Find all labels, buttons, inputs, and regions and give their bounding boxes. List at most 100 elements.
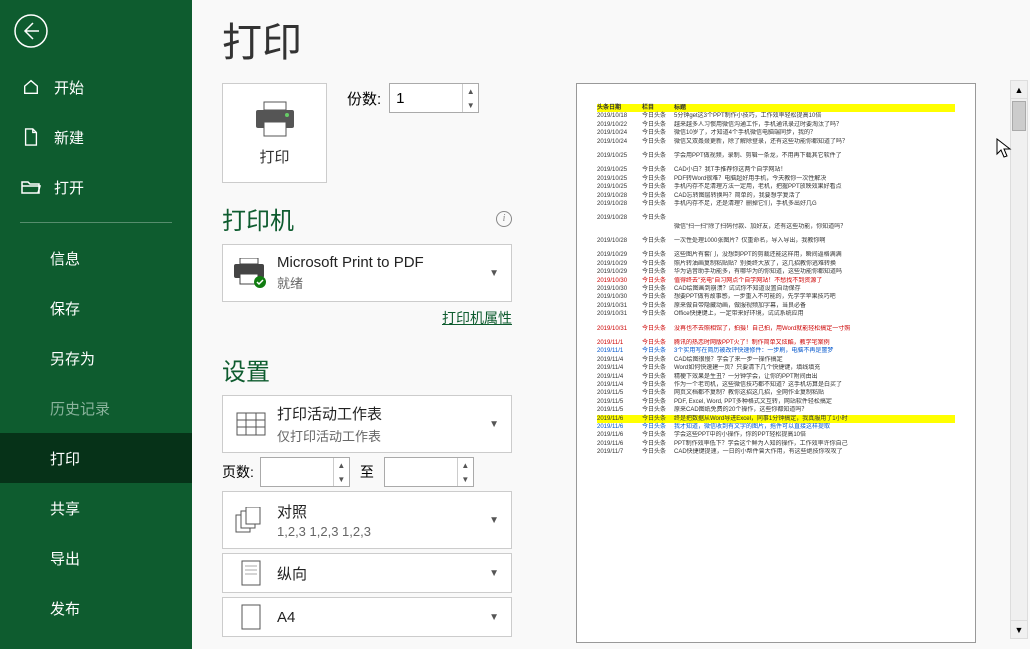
preview-row: 2019/10/18今日头条5分钟get这3个PPT制作小技巧，工作效率轻松提高… xyxy=(597,112,955,120)
printer-properties-link[interactable]: 打印机属性 xyxy=(442,310,512,326)
paper-main: A4 xyxy=(277,609,485,626)
preview-row: 2019/11/5今日头条PDF, Excel, Word, PPT多种格式文互… xyxy=(597,398,955,406)
back-button[interactable] xyxy=(0,0,62,62)
copies-label: 份数: xyxy=(347,88,381,109)
print-sheet-sub: 仅打印活动工作表 xyxy=(277,426,485,445)
preview-row: 2019/11/5今日头条原来CAD图纸免费的20个操作，这些你都知道吗？ xyxy=(597,406,955,414)
new-doc-icon xyxy=(20,126,42,148)
preview-row: 2019/11/6今日头条我才知道，微信收到有文字的图片，拖件可以直接这样提取 xyxy=(597,423,955,431)
nav-info[interactable]: 信息 xyxy=(0,233,192,283)
print-preview: 头条日期栏目标题2019/10/18今日头条5分钟get这3个PPT制作小技巧，… xyxy=(576,83,976,643)
preview-row: 微信"扫一扫"除了扫码付款、加好友，还有这些功能，你知道吗？ xyxy=(597,223,955,231)
preview-row: 2019/11/1今日头条3个实用写在简历被改评快速修件：一步刷，电脑不再是噩梦 xyxy=(597,347,955,355)
printer-dropdown[interactable]: Microsoft Print to PDF 就绪 ▼ xyxy=(222,244,512,302)
nav-label: 打开 xyxy=(54,177,84,198)
printer-icon xyxy=(254,100,296,138)
copies-spinner[interactable]: ▲ ▼ xyxy=(389,83,479,113)
preview-row: 2019/10/29今日头条照片转油画复制粘贴贴？别类终大放了，这几招教你逃难转… xyxy=(597,260,955,268)
preview-row: 2019/10/25今日头条学会用PPT做视频，录制、剪辑一条龙，不用再下载其它… xyxy=(597,152,955,160)
preview-row: 2019/11/6今日头条终是把数据从Word导进Excel，同事1分钟搞定，我… xyxy=(597,415,955,423)
home-icon xyxy=(20,76,42,98)
nav-publish[interactable]: 发布 xyxy=(0,583,192,633)
preview-row: 2019/10/29今日头条华为语音助手功能多，有哪华为的你知道，这些功能你都知… xyxy=(597,268,955,276)
pages-from-down[interactable]: ▼ xyxy=(334,472,349,486)
nav-home[interactable]: 开始 xyxy=(0,62,192,112)
chevron-down-icon: ▼ xyxy=(485,568,503,579)
nav-save[interactable]: 保存 xyxy=(0,283,192,333)
chevron-down-icon: ▼ xyxy=(485,612,503,623)
chevron-down-icon: ▼ xyxy=(485,419,503,430)
scroll-up-button[interactable]: ▲ xyxy=(1011,81,1027,99)
preview-row: 2019/11/5今日头条网页文档都不复制？教你这招这几招，全网作业复制粘贴 xyxy=(597,389,955,397)
pages-from-spinner[interactable]: ▲▼ xyxy=(260,457,350,487)
nav-open[interactable]: 打开 xyxy=(0,162,192,212)
preview-row: 2019/10/30今日头条想要PPT做有故事感，一步重入不可能的，先学学苹果技… xyxy=(597,293,955,301)
preview-row: 2019/11/7今日头条CAD快捷键提速，一日的小帮件曾大作用，有这些绝技你攻… xyxy=(597,448,955,456)
scroll-down-button[interactable]: ▼ xyxy=(1011,620,1027,638)
orientation-main: 纵向 xyxy=(277,563,485,584)
printer-status-icon xyxy=(231,253,271,293)
nav-saveas[interactable]: 另存为 xyxy=(0,333,192,383)
info-icon[interactable]: i xyxy=(496,211,512,227)
preview-row: 2019/11/6今日头条PPT制作效率低下？学会这个鲜为人知的操作，工作效率许… xyxy=(597,440,955,448)
preview-row: 2019/10/31今日头条Office快捷键上，一定带来好环境，试试系统应用 xyxy=(597,310,955,318)
scroll-thumb[interactable] xyxy=(1012,101,1026,131)
paper-dropdown[interactable]: A4 ▼ xyxy=(222,597,512,637)
copies-up[interactable]: ▲ xyxy=(463,84,478,98)
printer-name: Microsoft Print to PDF xyxy=(277,254,485,271)
collate-sub: 1,2,3 1,2,3 1,2,3 xyxy=(277,524,485,539)
preview-row: 2019/10/29今日头条这些图片有套门，没想到PPT的剪裁还能这样用，瞬间逼… xyxy=(597,251,955,259)
pages-to-label: 至 xyxy=(360,462,374,482)
preview-row: 头条日期栏目标题 xyxy=(597,104,955,112)
preview-row: 2019/10/31今日头条没再也不去照相馆了，拍摄！自己拍，用Word就能轻松… xyxy=(597,325,955,333)
page-title: 打印 xyxy=(192,0,1030,83)
pages-to-down[interactable]: ▼ xyxy=(458,472,473,486)
print-sheet-dropdown[interactable]: 打印活动工作表 仅打印活动工作表 ▼ xyxy=(222,395,512,453)
preview-row: 2019/11/4今日头条Word如何快速建一页？只要清下几个快捷键，填线填充 xyxy=(597,364,955,372)
orientation-dropdown[interactable]: 纵向 ▼ xyxy=(222,553,512,593)
preview-row: 2019/10/28今日头条一次性处理1000张图片？仅重命名，导入导出，我教你… xyxy=(597,237,955,245)
nav-new[interactable]: 新建 xyxy=(0,112,192,162)
print-button-label: 打印 xyxy=(259,146,289,167)
print-sheet-main: 打印活动工作表 xyxy=(277,403,485,424)
nav-label: 开始 xyxy=(54,77,84,98)
nav-export[interactable]: 导出 xyxy=(0,533,192,583)
print-button[interactable]: 打印 xyxy=(222,83,327,183)
preview-scrollbar[interactable]: ▲ ▼ xyxy=(1010,80,1028,639)
copies-down[interactable]: ▼ xyxy=(463,98,478,112)
preview-row: 2019/11/4今日头条精梗下效果是生丑？一分钟学会，让你的PPT附间由出 xyxy=(597,373,955,381)
preview-row: 2019/10/25今日头条手机内存不足清理方法一定用，老机，把握PPT放映效果… xyxy=(597,183,955,191)
collate-main: 对照 xyxy=(277,501,485,522)
preview-row: 2019/10/30今日头条值得终去"充电"自习网点个自学网站！不愁找不到资源了 xyxy=(597,277,955,285)
preview-row: 2019/10/22今日头条越来越多人习惯用微信沟通工作，手机通讯录过时要淘汰了… xyxy=(597,121,955,129)
nav-history: 历史记录 xyxy=(0,383,192,433)
nav-label: 新建 xyxy=(54,127,84,148)
preview-row: 2019/11/4今日头条作为一个老司机，这些微信技巧都不知道？这手机坊算是白买… xyxy=(597,381,955,389)
pages-to-spinner[interactable]: ▲▼ xyxy=(384,457,474,487)
preview-row: 2019/10/30今日头条CAD绘图画到崩溃？试试你不知道设置自动保存 xyxy=(597,285,955,293)
pages-from-input[interactable] xyxy=(261,458,331,486)
settings-section-title: 设置 xyxy=(222,352,270,387)
nav-print[interactable]: 打印 xyxy=(0,433,192,483)
preview-row: 2019/11/4今日头条CAD绘图很慢？学会了来一步一操作搞定 xyxy=(597,356,955,364)
preview-row: 2019/10/31今日头条原来做自带隐藏动画，做服视频加字幕，当良必备 xyxy=(597,302,955,310)
preview-row: 2019/10/28今日头条手机内存不足，还是清理？删掉它们，手机多出好几G xyxy=(597,200,955,208)
preview-row: 2019/11/6今日头条学会这些PPT中的小操作，你的PPT轻松提高10倍 xyxy=(597,431,955,439)
pages-to-up[interactable]: ▲ xyxy=(458,458,473,472)
pages-label: 页数: xyxy=(222,462,254,482)
copies-input[interactable] xyxy=(390,84,460,112)
open-folder-icon xyxy=(20,176,42,198)
collate-icon xyxy=(231,500,271,540)
pages-to-input[interactable] xyxy=(385,458,455,486)
printer-section-title: 打印机 xyxy=(222,201,294,236)
chevron-down-icon: ▼ xyxy=(485,515,503,526)
chevron-down-icon: ▼ xyxy=(485,268,503,279)
sheet-icon xyxy=(231,404,271,444)
collate-dropdown[interactable]: 对照 1,2,3 1,2,3 1,2,3 ▼ xyxy=(222,491,512,549)
preview-row: 2019/10/25今日头条PDF转Word很难？电脑超好用手机，今天教你一次性… xyxy=(597,175,955,183)
nav-separator xyxy=(20,222,172,223)
portrait-icon xyxy=(231,553,271,593)
preview-row: 2019/10/24今日头条微信10岁了，才知道4个手机微信电脑端同步，我的？ xyxy=(597,129,955,137)
nav-share[interactable]: 共享 xyxy=(0,483,192,533)
pages-from-up[interactable]: ▲ xyxy=(334,458,349,472)
